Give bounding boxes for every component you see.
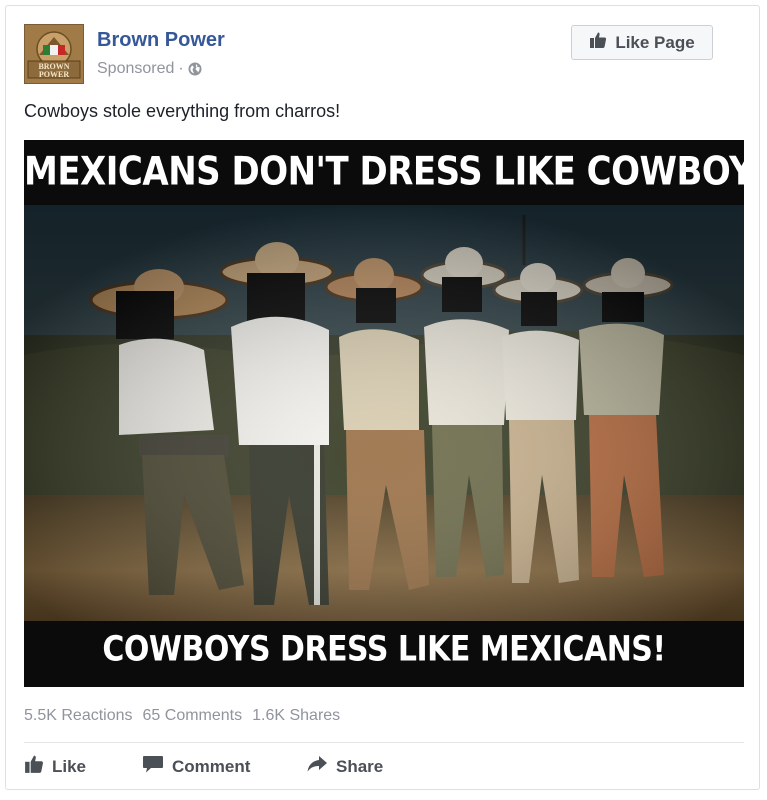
meme-bottom-caption: COWBOYS DRESS LIKE MEXICANS!: [102, 629, 666, 670]
like-button[interactable]: Like: [24, 754, 86, 779]
comment-label: Comment: [172, 756, 251, 776]
share-arrow-icon: [306, 754, 328, 779]
divider: [24, 742, 744, 743]
engagement-stats: 5.5K Reactions 65 Comments 1.6K Shares: [24, 707, 340, 725]
shares-count[interactable]: 1.6K Shares: [252, 707, 340, 725]
thumbs-up-icon: [589, 31, 607, 54]
meme-top-caption: MEXICANS DON'T DRESS LIKE COWBOYS: [24, 149, 744, 195]
share-button[interactable]: Share: [306, 754, 383, 779]
share-label: Share: [336, 756, 384, 776]
like-page-button[interactable]: Like Page: [571, 25, 713, 60]
sponsored-post-card: BROWN POWER Brown Power Sponsored · Like…: [5, 5, 760, 790]
sponsored-label[interactable]: Sponsored: [97, 60, 174, 78]
charros-photo: [24, 205, 744, 621]
post-text: Cowboys stole everything from charros!: [24, 101, 341, 121]
brown-power-logo: BROWN POWER: [25, 25, 83, 83]
page-name-link[interactable]: Brown Power: [97, 29, 225, 52]
meta-separator: ·: [178, 60, 184, 77]
comments-count[interactable]: 65 Comments: [143, 707, 243, 725]
globe-icon[interactable]: [188, 62, 202, 76]
svg-text:POWER: POWER: [39, 70, 69, 79]
like-label: Like: [52, 756, 87, 776]
post-meta: Sponsored ·: [97, 60, 202, 78]
comment-icon: [142, 754, 164, 779]
reactions-count[interactable]: 5.5K Reactions: [24, 707, 133, 725]
post-image[interactable]: MEXICANS DON'T DRESS LIKE COWBOYS COWBOY…: [24, 140, 744, 687]
page-avatar[interactable]: BROWN POWER: [24, 24, 84, 84]
comment-button[interactable]: Comment: [142, 754, 250, 779]
like-page-label: Like Page: [615, 32, 695, 52]
thumbs-up-icon: [24, 754, 44, 779]
